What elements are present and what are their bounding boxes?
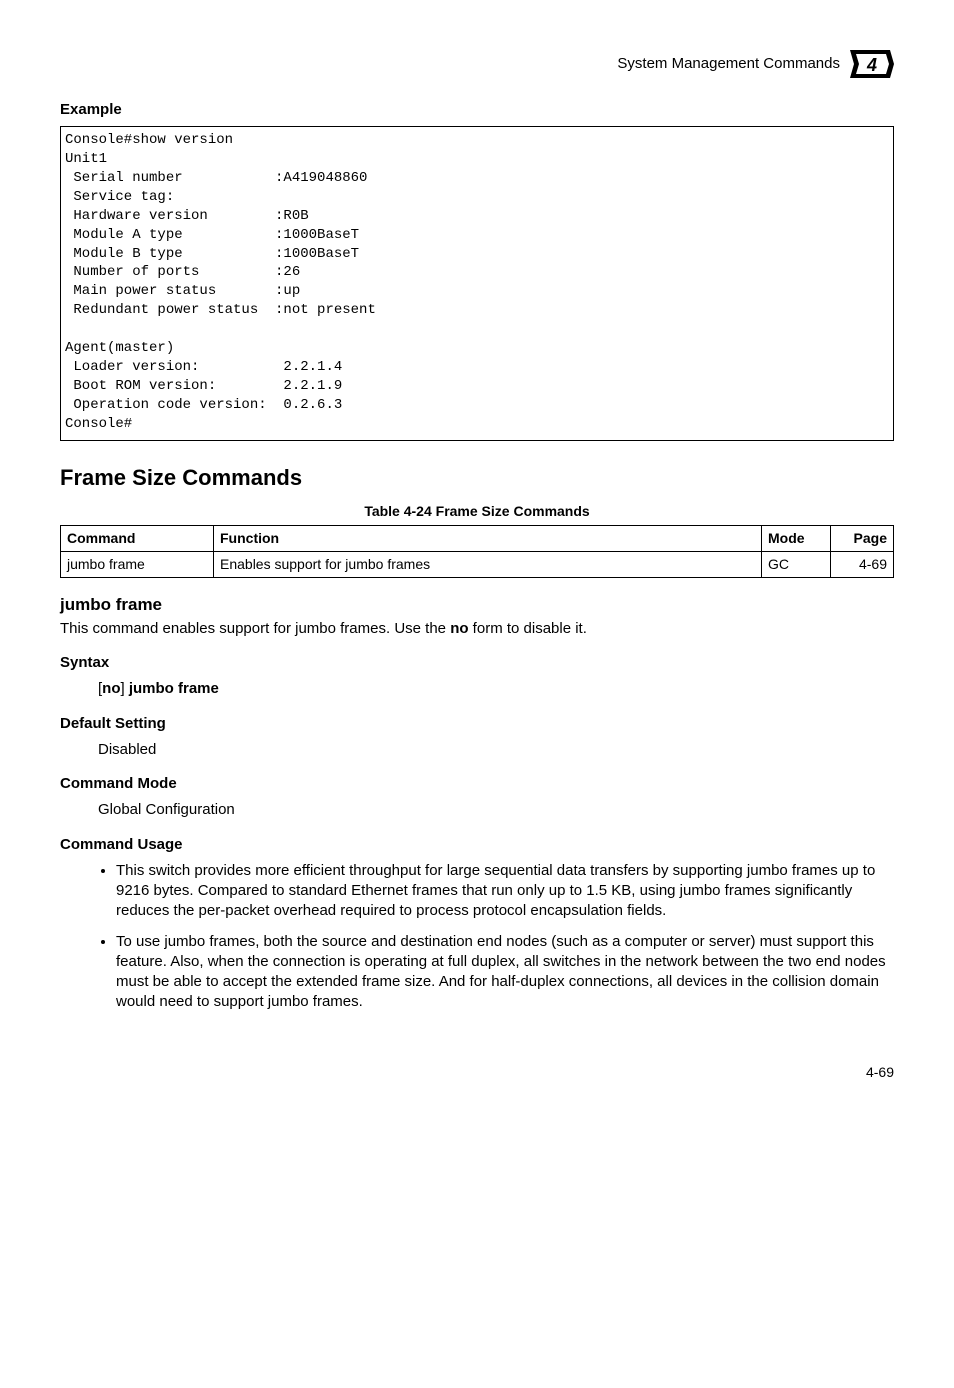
td-command: jumbo frame: [61, 551, 214, 577]
default-heading: Default Setting: [60, 714, 894, 734]
chapter-badge-icon: 4: [850, 50, 894, 78]
list-item: To use jumbo frames, both the source and…: [116, 932, 894, 1013]
default-value: Disabled: [98, 740, 894, 760]
usage-list: This switch provides more efficient thro…: [60, 861, 894, 1013]
page-header: System Management Commands 4: [60, 50, 894, 78]
table-header-row: Command Function Mode Page: [61, 526, 894, 552]
desc-suffix: form to disable it.: [469, 620, 587, 637]
th-command: Command: [61, 526, 214, 552]
commands-table: Command Function Mode Page jumbo frame E…: [60, 525, 894, 578]
td-function: Enables support for jumbo frames: [214, 551, 762, 577]
command-name-heading: jumbo frame: [60, 594, 894, 617]
th-mode: Mode: [762, 526, 831, 552]
usage-heading: Command Usage: [60, 835, 894, 855]
list-item: This switch provides more efficient thro…: [116, 861, 894, 922]
syntax-cmd: jumbo frame: [129, 680, 219, 697]
desc-prefix: This command enables support for jumbo f…: [60, 620, 450, 637]
syntax-heading: Syntax: [60, 653, 894, 673]
breadcrumb: System Management Commands: [617, 54, 840, 74]
mode-value: Global Configuration: [98, 800, 894, 820]
mode-heading: Command Mode: [60, 774, 894, 794]
th-function: Function: [214, 526, 762, 552]
command-description: This command enables support for jumbo f…: [60, 619, 894, 639]
example-heading: Example: [60, 100, 894, 120]
section-title: Frame Size Commands: [60, 463, 894, 493]
syntax-mid: ]: [121, 680, 129, 697]
page-number: 4-69: [60, 1063, 894, 1082]
table-row: jumbo frame Enables support for jumbo fr…: [61, 551, 894, 577]
td-page: 4-69: [831, 551, 894, 577]
desc-bold: no: [450, 620, 468, 637]
syntax-no: no: [102, 680, 120, 697]
console-output: Console#show version Unit1 Serial number…: [60, 126, 894, 440]
syntax-line: [no] jumbo frame: [98, 679, 894, 699]
table-caption: Table 4-24 Frame Size Commands: [60, 502, 894, 521]
chapter-number: 4: [866, 55, 877, 75]
td-mode: GC: [762, 551, 831, 577]
th-page: Page: [831, 526, 894, 552]
